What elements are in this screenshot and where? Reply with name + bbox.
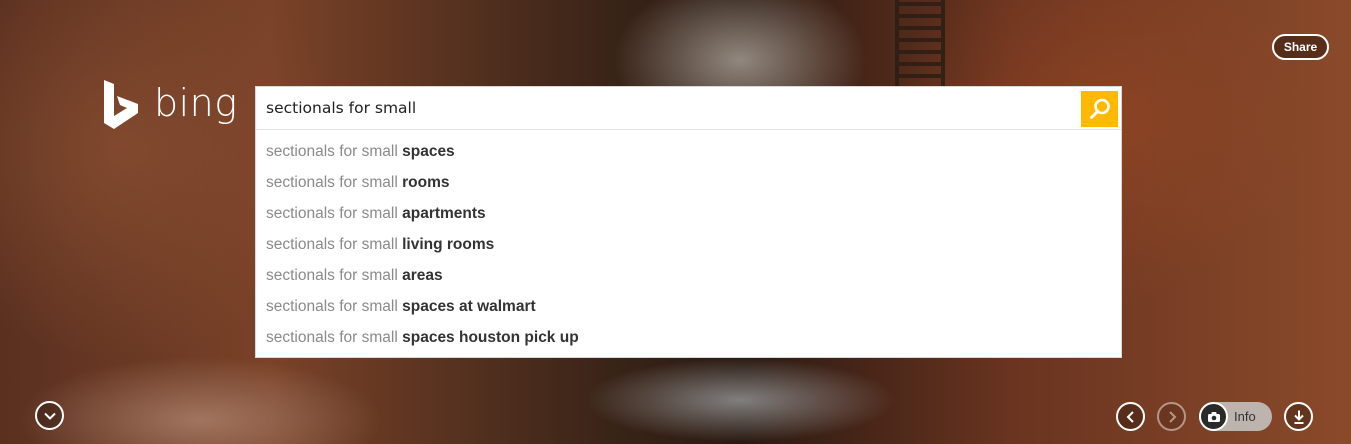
camera-icon: [1199, 402, 1228, 431]
suggestion-item[interactable]: sectionals for small living rooms: [256, 229, 1121, 260]
share-button[interactable]: Share: [1272, 34, 1329, 60]
suggestion-prefix: sectionals for small: [266, 143, 403, 160]
suggestion-suffix: rooms: [402, 174, 450, 191]
suggestion-item[interactable]: sectionals for small spaces houston pick…: [256, 322, 1121, 353]
suggestion-prefix: sectionals for small: [266, 298, 403, 315]
previous-image-button[interactable]: [1116, 402, 1145, 431]
suggestion-item[interactable]: sectionals for small rooms: [256, 167, 1121, 198]
suggestion-prefix: sectionals for small: [266, 205, 403, 222]
bing-logo[interactable]: bing: [100, 80, 238, 130]
bing-logo-text: bing: [154, 81, 238, 125]
search-input[interactable]: [256, 87, 1076, 129]
suggestion-suffix: areas: [402, 267, 443, 284]
download-button[interactable]: [1284, 402, 1313, 431]
suggestion-item[interactable]: sectionals for small apartments: [256, 198, 1121, 229]
suggestion-suffix: spaces houston pick up: [402, 329, 579, 346]
search-button[interactable]: [1081, 91, 1118, 127]
background-ladder: [895, 0, 945, 90]
suggestion-item[interactable]: sectionals for small spaces at walmart: [256, 291, 1121, 322]
search-icon: [1089, 98, 1110, 119]
next-image-button[interactable]: [1157, 402, 1186, 431]
suggestion-suffix: spaces at walmart: [402, 298, 536, 315]
suggestion-prefix: sectionals for small: [266, 174, 403, 191]
download-icon: [1293, 410, 1304, 424]
suggestion-prefix: sectionals for small: [266, 236, 403, 253]
bing-b-logo-icon: [104, 80, 138, 129]
suggestion-suffix: living rooms: [402, 236, 495, 253]
info-label: Info: [1234, 409, 1256, 424]
suggestion-item[interactable]: sectionals for small spaces: [256, 136, 1121, 167]
suggestion-suffix: apartments: [402, 205, 486, 222]
suggestion-item[interactable]: sectionals for small areas: [256, 260, 1121, 291]
chevron-left-icon: [1126, 410, 1134, 423]
suggestion-suffix: spaces: [402, 143, 455, 160]
chevron-right-icon: [1168, 410, 1176, 423]
suggestion-prefix: sectionals for small: [266, 267, 403, 284]
search-box: sectionals for small spaces sectionals f…: [255, 86, 1122, 358]
search-row: [256, 87, 1121, 130]
info-button[interactable]: Info: [1199, 402, 1272, 431]
chevron-down-icon: [43, 412, 56, 420]
suggestion-prefix: sectionals for small: [266, 329, 403, 346]
scroll-down-button[interactable]: [35, 401, 64, 430]
suggestion-list: sectionals for small spaces sectionals f…: [256, 130, 1121, 353]
